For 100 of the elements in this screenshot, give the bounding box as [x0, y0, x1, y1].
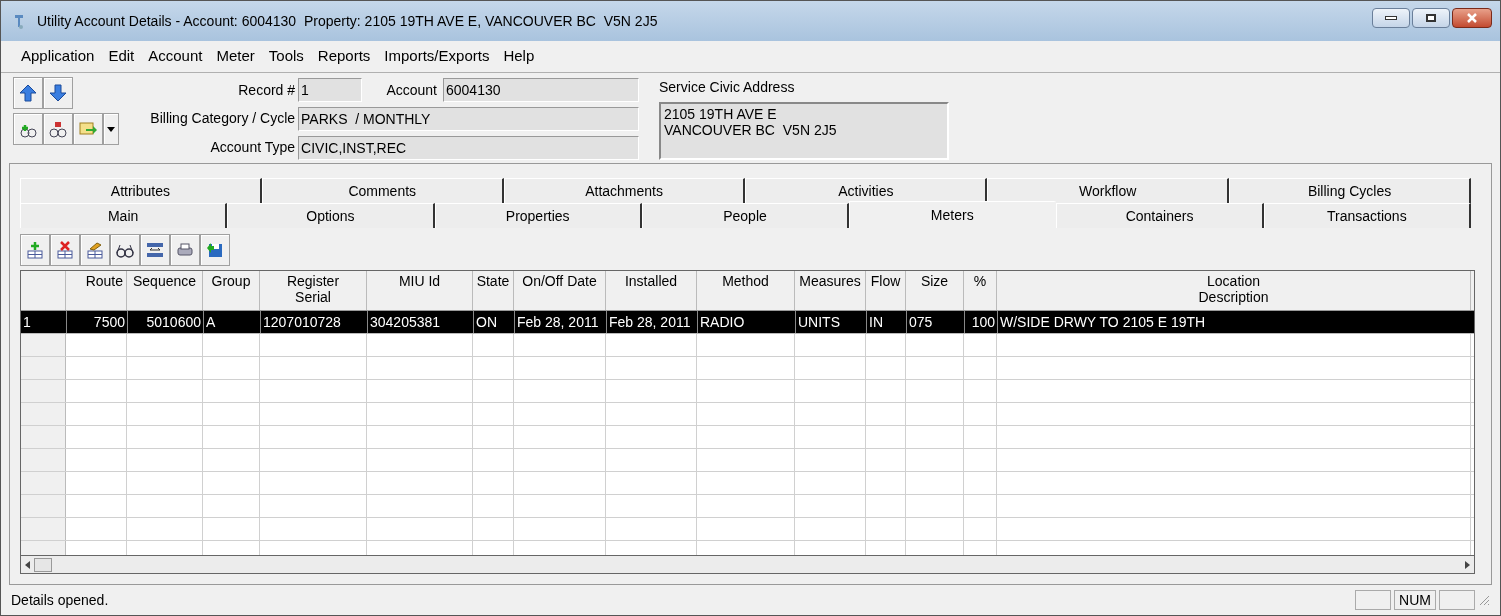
menu-item[interactable]: Meter — [210, 45, 261, 68]
field-label: Record # — [237, 80, 296, 100]
table-cell: 1207010728 — [260, 311, 367, 333]
field-label: Account — [386, 80, 437, 100]
menu-item[interactable]: Application — [15, 45, 101, 68]
edit-row-icon — [85, 240, 105, 260]
column-header[interactable]: MIU Id — [367, 271, 473, 310]
dropdown-button[interactable] — [103, 113, 119, 145]
column-header[interactable]: % — [964, 271, 997, 310]
billing-field[interactable]: PARKS / MONTHLY — [298, 107, 639, 131]
row-header — [21, 403, 66, 425]
fit-columns-button[interactable] — [140, 234, 170, 266]
up-arrow-icon — [18, 83, 38, 103]
right-arrow-icon — [1465, 560, 1470, 569]
minimize-button[interactable] — [1372, 8, 1410, 28]
address-field[interactable]: 2105 19TH AVE E VANCOUVER BC V5N 2J5 — [659, 102, 949, 160]
table-cell: A — [203, 311, 260, 333]
tab[interactable]: Meters — [849, 201, 1057, 228]
record-field[interactable]: 1 — [298, 78, 363, 103]
caret-icon — [107, 126, 115, 132]
add-row-button[interactable] — [20, 234, 50, 266]
row-header — [21, 334, 66, 356]
tab[interactable]: Attachments — [503, 178, 746, 203]
add-row-icon — [25, 240, 45, 260]
tab[interactable]: Transactions — [1263, 203, 1471, 228]
status-message: Details opened. — [11, 590, 110, 610]
column-header[interactable]: Size — [906, 271, 964, 310]
horizontal-scrollbar[interactable] — [20, 556, 1475, 574]
delete-row-icon — [55, 240, 75, 260]
tab[interactable]: Containers — [1056, 203, 1264, 228]
column-header[interactable]: On/Off Date — [514, 271, 606, 310]
table-cell: W/SIDE DRWY TO 2105 E 19TH — [997, 311, 1471, 333]
row-index: 1 — [22, 313, 32, 332]
scroll-thumb[interactable] — [34, 557, 52, 572]
column-header[interactable]: Sequence — [127, 271, 203, 310]
table-cell: Feb 28, 2011 — [606, 311, 697, 333]
menu-item[interactable]: Imports/Exports — [378, 45, 496, 68]
menu-item[interactable]: Help — [497, 45, 541, 68]
table-row[interactable]: 1 7500 5010600 A 1207010728 304205381 ON Feb 28, 2011 Feb 28, 2011 RADIO UNITS IN 075 100 W/SIDE DRWY TO 2105 E 19TH — [21, 311, 1474, 334]
view-button[interactable] — [110, 234, 140, 266]
status-panel — [1355, 590, 1392, 610]
tab[interactable]: Options — [227, 203, 435, 228]
menu-item[interactable]: Edit — [102, 45, 141, 68]
status-panel — [1439, 590, 1475, 610]
save-button[interactable] — [200, 234, 230, 266]
column-header[interactable]: Method — [697, 271, 795, 310]
account-type-field[interactable]: CIVIC,INST,REC — [298, 135, 639, 160]
table-cell: 304205381 — [367, 311, 473, 333]
close-button[interactable] — [1452, 8, 1492, 28]
status-panel: NUM — [1394, 590, 1436, 610]
table-cell: 5010600 — [127, 311, 203, 333]
row-header — [21, 426, 66, 448]
column-header[interactable]: Register Serial — [260, 271, 367, 310]
field-label: Account Type — [209, 138, 296, 158]
add-meter-button[interactable] — [13, 113, 43, 145]
table-cell: IN — [866, 311, 906, 333]
tab[interactable]: Main — [20, 203, 228, 228]
up-button[interactable] — [13, 77, 43, 109]
meter-button[interactable] — [43, 113, 73, 145]
table-cell: ON — [473, 311, 514, 333]
tab[interactable]: Activities — [745, 178, 988, 203]
print-button[interactable] — [170, 234, 200, 266]
window-title: Utility Account Details - Account: 6004130 Property: 2105 19TH AVE E, VANCOUVER BC V5N 2J5 — [37, 11, 658, 31]
menu-item[interactable]: Tools — [262, 45, 310, 68]
menu-item[interactable]: Reports — [311, 45, 377, 68]
table-cell: 7500 — [66, 311, 127, 333]
table-cell: 100 — [964, 311, 997, 333]
left-arrow-icon — [25, 560, 30, 569]
row-header — [21, 495, 66, 517]
row-header — [21, 357, 66, 379]
column-header[interactable]: Route — [66, 271, 127, 310]
column-header[interactable]: Measures — [795, 271, 866, 310]
close-icon — [1466, 13, 1478, 23]
down-arrow-icon — [48, 83, 68, 103]
table-cell: UNITS — [795, 311, 866, 333]
tab[interactable]: Comments — [261, 178, 504, 203]
column-header[interactable]: State — [473, 271, 514, 310]
column-header[interactable]: Group — [203, 271, 260, 310]
menu-item[interactable]: Account — [142, 45, 209, 68]
tab[interactable]: Billing Cycles — [1229, 178, 1471, 203]
down-button[interactable] — [43, 77, 73, 109]
delete-row-button[interactable] — [50, 234, 80, 266]
edit-row-button[interactable] — [80, 234, 110, 266]
column-header[interactable]: Location Description — [997, 271, 1471, 310]
maximize-button[interactable] — [1412, 8, 1450, 28]
table-cell: RADIO — [697, 311, 795, 333]
column-header[interactable]: Installed — [606, 271, 697, 310]
row-header — [21, 380, 66, 402]
row-header — [21, 449, 66, 471]
row-header — [21, 472, 66, 494]
resize-grip-icon — [1478, 594, 1490, 606]
table-cell: 075 — [906, 311, 964, 333]
tab[interactable]: People — [641, 203, 850, 228]
tab[interactable]: Workflow — [987, 178, 1230, 203]
columns-icon — [145, 240, 165, 260]
field-label: Service Civic Address — [659, 78, 796, 97]
tab[interactable]: Attributes — [20, 178, 262, 203]
account-field[interactable]: 6004130 — [443, 78, 639, 103]
tab[interactable]: Properties — [434, 203, 642, 228]
column-header[interactable]: Flow — [866, 271, 906, 310]
